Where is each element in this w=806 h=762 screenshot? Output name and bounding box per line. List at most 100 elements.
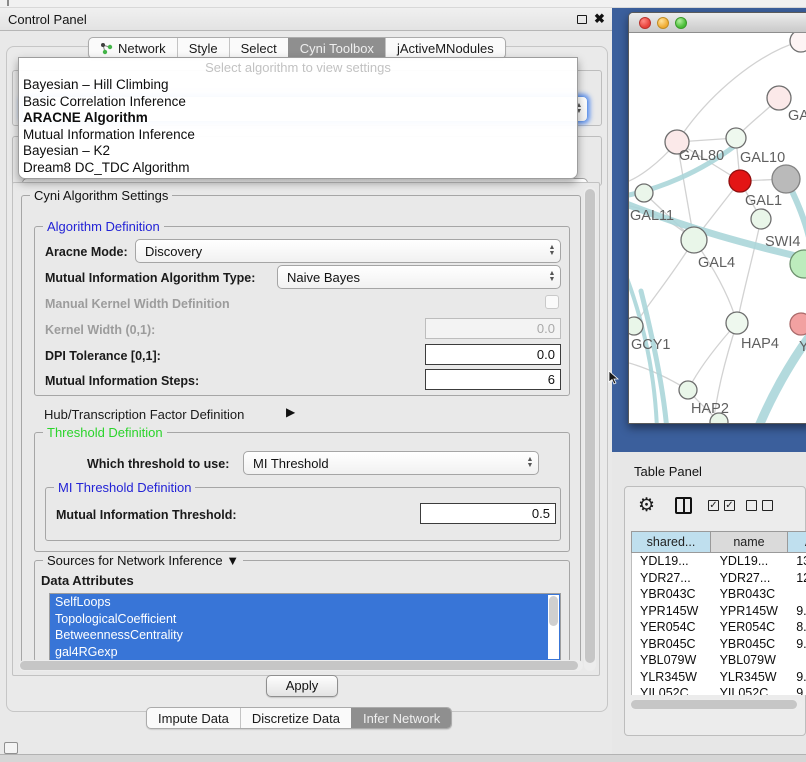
- bottom-tabs: Impute Data Discretize Data Infer Networ…: [146, 707, 452, 729]
- table-panel-box: ⚙ ✓ ✓ shared... name A YDL19...YDL19...1…: [624, 486, 806, 736]
- combo-stepper-icon: ▲▼: [544, 245, 560, 257]
- tab-discretize-data[interactable]: Discretize Data: [240, 708, 351, 728]
- threshold-definition-title: Threshold Definition: [43, 425, 167, 440]
- dropdown-item[interactable]: Bayesian – K2: [19, 143, 577, 160]
- node-label: GAL1: [745, 193, 782, 209]
- data-attributes-list[interactable]: SelfLoops TopologicalCoefficient Between…: [49, 593, 561, 663]
- panel-corner-icon[interactable]: [4, 742, 18, 754]
- table-row[interactable]: YIL052CYIL052C9: [632, 685, 806, 695]
- algorithm-definition-title: Algorithm Definition: [43, 219, 164, 234]
- node-label: GAL: [788, 108, 806, 124]
- data-attributes-label: Data Attributes: [41, 573, 134, 588]
- dropdown-item[interactable]: Dream8 DC_TDC Algorithm: [19, 160, 577, 177]
- mi-steps-label: Mutual Information Steps:: [45, 374, 199, 388]
- manual-kernel-checkbox[interactable]: [545, 295, 559, 309]
- table-row[interactable]: YER054CYER054C8.: [632, 619, 806, 636]
- float-window-icon[interactable]: [577, 15, 587, 24]
- checkbox-unchecked-icon[interactable]: [762, 500, 773, 511]
- combo-stepper-icon: ▲▼: [522, 457, 538, 469]
- kernel-width-field[interactable]: 0.0: [425, 318, 561, 339]
- network-window-titlebar: [629, 13, 806, 33]
- settings-horizontal-scrollbar[interactable]: [19, 660, 583, 671]
- apply-button[interactable]: Apply: [266, 675, 338, 697]
- table-row[interactable]: YDL19...YDL19...13: [632, 553, 806, 570]
- node-table-header: shared... name A: [631, 531, 806, 553]
- list-item[interactable]: BetweennessCentrality: [50, 627, 560, 644]
- list-item[interactable]: gal4RGexp: [50, 644, 560, 661]
- hub-definition-label[interactable]: Hub/Transcription Factor Definition: [44, 407, 244, 422]
- tab-infer-network-label: Infer Network: [363, 711, 440, 726]
- column-header-shared-name[interactable]: shared...: [631, 531, 711, 553]
- tab-network-label: Network: [118, 41, 166, 56]
- kernel-width-label: Kernel Width (0,1):: [45, 323, 155, 337]
- checkbox-checked-icon[interactable]: ✓: [708, 500, 719, 511]
- table-row[interactable]: YLR345WYLR345W9.: [632, 669, 806, 686]
- node-label: Y: [799, 339, 806, 355]
- app-bottom-strip: [0, 754, 806, 762]
- dpi-tolerance-label: DPI Tolerance [0,1]:: [45, 349, 161, 363]
- network-icon: [100, 42, 113, 55]
- table-row[interactable]: YBR045CYBR045C9.: [632, 636, 806, 653]
- list-item[interactable]: TopologicalCoefficient: [50, 611, 560, 628]
- mi-threshold-field[interactable]: 0.5: [420, 503, 556, 524]
- column-header-name[interactable]: name: [711, 531, 788, 553]
- cyni-algorithm-settings-group: Cyni Algorithm Settings Algorithm Defini…: [21, 195, 581, 665]
- mi-steps-field[interactable]: 6: [425, 369, 561, 390]
- list-item[interactable]: SelfLoops: [50, 594, 560, 611]
- network-canvas[interactable]: GAL GAL80 GAL10 GAL1 GAL11 SWI4 GAL4 GCY…: [629, 33, 806, 424]
- mi-threshold-label: Mutual Information Threshold:: [56, 508, 237, 522]
- tab-impute-data[interactable]: Impute Data: [147, 708, 240, 728]
- table-row[interactable]: YBR043CYBR043C: [632, 586, 806, 603]
- algorithm-definition-group: Algorithm Definition Aracne Mode: Discov…: [34, 226, 570, 396]
- table-row[interactable]: YBL079WYBL079W: [632, 652, 806, 669]
- aracne-mode-label: Aracne Mode:: [45, 245, 128, 259]
- top-tick: [7, 0, 9, 6]
- checkbox-unchecked-icon[interactable]: [746, 500, 757, 511]
- dropdown-item-selected[interactable]: ARACNE Algorithm: [19, 110, 577, 127]
- close-icon[interactable]: ✖: [594, 11, 605, 27]
- dropdown-item[interactable]: Bayesian – Hill Climbing: [19, 77, 577, 94]
- dropdown-item[interactable]: Basic Correlation Inference: [19, 94, 577, 111]
- checkbox-checked-icon[interactable]: ✓: [724, 500, 735, 511]
- node-label: GAL10: [740, 150, 785, 166]
- dpi-tolerance-field[interactable]: 0.0: [425, 344, 561, 365]
- combo-stepper-icon: ▲▼: [544, 271, 560, 283]
- node-label: SWI4: [765, 234, 800, 250]
- node-table-body[interactable]: YDL19...YDL19...13 YDR27...YDR27...12 YB…: [631, 553, 806, 695]
- list-vertical-scrollbar[interactable]: [548, 595, 559, 659]
- table-row[interactable]: YPR145WYPR145W9.: [632, 603, 806, 620]
- mouse-cursor: [608, 370, 619, 385]
- tab-select[interactable]: Select: [229, 38, 288, 58]
- tab-network[interactable]: Network: [89, 38, 177, 58]
- tab-cyni-toolbox[interactable]: Cyni Toolbox: [288, 38, 385, 58]
- collapse-arrow-icon[interactable]: ▼: [226, 553, 239, 568]
- sources-title: Sources for Network Inference ▼: [43, 553, 243, 568]
- column-header-clipped[interactable]: A: [788, 531, 806, 553]
- minimize-traffic-light[interactable]: [657, 17, 669, 29]
- which-threshold-combobox[interactable]: MI Threshold ▲▼: [243, 451, 539, 475]
- table-panel: Table Panel ⚙ ✓ ✓ shared... name A YDL19…: [612, 452, 806, 754]
- network-window: GAL GAL80 GAL10 GAL1 GAL11 SWI4 GAL4 GCY…: [628, 12, 806, 424]
- table-row[interactable]: YDR27...YDR27...12: [632, 570, 806, 587]
- mi-type-value: Naive Bayes: [278, 270, 544, 285]
- tab-jactivemnodules[interactable]: jActiveMNodules: [385, 38, 505, 58]
- tab-infer-network[interactable]: Infer Network: [351, 708, 451, 728]
- zoom-traffic-light[interactable]: [675, 17, 687, 29]
- control-panel-tabs: Network Style Select Cyni Toolbox jActiv…: [88, 37, 506, 59]
- expand-arrow-icon[interactable]: ▶: [286, 405, 295, 419]
- tab-select-label: Select: [241, 41, 277, 56]
- tab-discretize-data-label: Discretize Data: [252, 711, 340, 726]
- tab-style-label: Style: [189, 41, 218, 56]
- columns-icon[interactable]: [675, 497, 692, 514]
- which-threshold-label: Which threshold to use:: [87, 457, 229, 471]
- mi-type-combobox[interactable]: Naive Bayes ▲▼: [277, 265, 561, 289]
- tab-style[interactable]: Style: [177, 38, 229, 58]
- close-traffic-light[interactable]: [639, 17, 651, 29]
- table-horizontal-scrollbar[interactable]: [630, 699, 802, 710]
- aracne-mode-combobox[interactable]: Discovery ▲▼: [135, 239, 561, 263]
- screen: Control Panel ✖ Network Style Select Cyn…: [0, 0, 806, 762]
- gear-icon[interactable]: ⚙: [638, 496, 655, 515]
- tab-jactivemnodules-label: jActiveMNodules: [397, 41, 494, 56]
- dropdown-item[interactable]: Mutual Information Inference: [19, 127, 577, 144]
- settings-vertical-scrollbar[interactable]: [584, 187, 596, 671]
